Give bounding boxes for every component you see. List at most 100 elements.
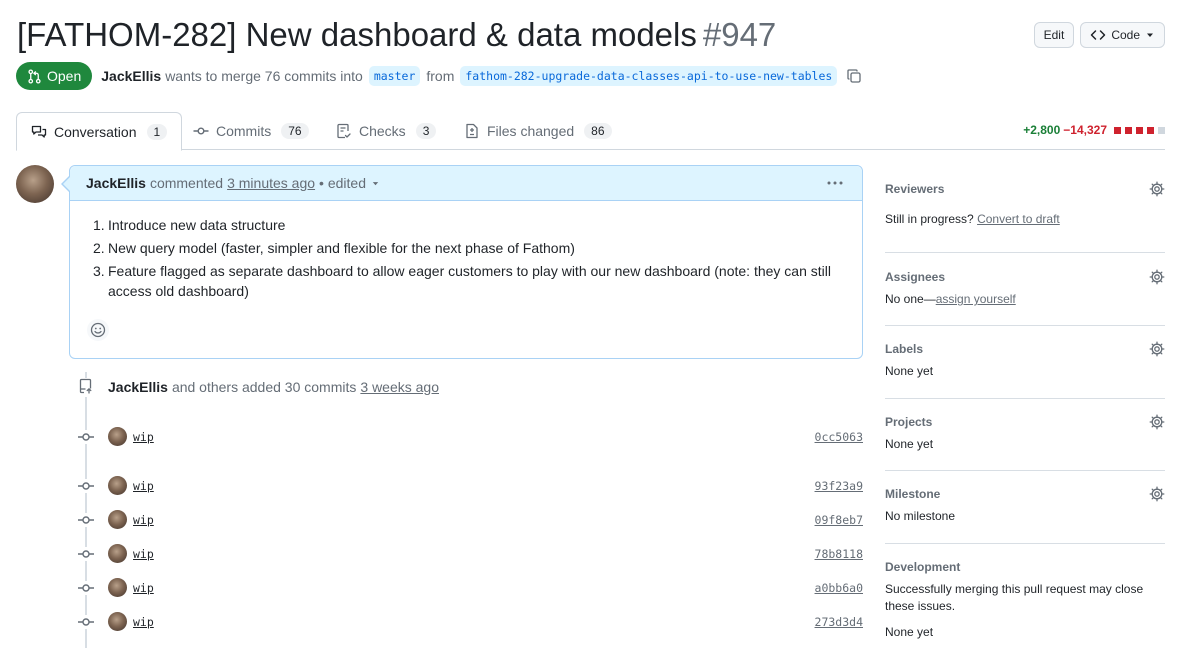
base-branch[interactable]: master [368,66,421,86]
tab-conversation-count: 1 [146,123,168,140]
gear-icon[interactable] [1149,269,1165,285]
pr-author-link[interactable]: JackEllis [101,68,161,84]
git-commit-icon [78,513,94,527]
list-item-number: 2. [93,240,105,256]
list-item-text: Feature flagged as separate dashboard to… [108,263,831,299]
edit-button[interactable]: Edit [1033,22,1075,48]
comment-action: commented [149,175,224,191]
convert-to-draft-link[interactable]: Convert to draft [977,212,1060,226]
tab-checks-label: Checks [359,123,406,139]
avatar[interactable] [108,476,127,495]
checklist-icon [337,123,351,139]
commit-message-link[interactable]: wip [133,430,154,444]
tab-checks[interactable]: Checks 3 [336,112,437,150]
gear-icon[interactable] [1149,341,1165,357]
divider [885,325,1165,326]
repo-push-icon [78,377,96,397]
git-commit-icon [78,615,94,629]
smiley-icon [90,322,106,338]
comment-body: 1. Introduce new data structure 2. New que… [70,201,862,301]
commit-message-link[interactable]: wip [133,547,154,561]
avatar[interactable] [108,578,127,597]
list-item: 3. Feature flagged as separate dashboard … [93,261,846,301]
sidebar-text: None yet [885,625,934,639]
git-commit-icon [78,430,94,444]
kebab-horizontal-icon[interactable] [826,176,844,190]
avatar[interactable] [108,427,127,446]
divider [885,543,1165,544]
diffstat-block [1158,126,1165,134]
head-branch[interactable]: fathom-282-upgrade-data-classes-api-to-u… [460,66,838,86]
tab-commits-label: Commits [216,123,272,139]
diffstat-block [1136,126,1143,134]
avatar[interactable] [16,165,54,203]
pr-title: [FATHOM-282] New dashboard & data models… [17,14,776,56]
comment-pointer-inner [63,177,70,191]
comment-author-link[interactable]: JackEllis [86,175,146,191]
tab-files-changed[interactable]: Files changed 86 [464,112,612,150]
tab-commits[interactable]: Commits 76 [193,112,309,150]
sidebar-reviewers: Reviewers Still in progress? Convert to … [885,179,1165,228]
add-reaction-button[interactable] [87,319,109,341]
assign-yourself-link[interactable]: assign yourself [936,292,1016,306]
commit-sha-link[interactable]: 09f8eb7 [815,513,863,527]
comment-list: 1. Introduce new data structure 2. New que… [93,215,846,301]
merge-text: wants to merge 76 commits into [165,68,363,84]
sidebar-text: None yet [885,437,934,451]
diffstat-block [1147,126,1154,134]
header-actions: Edit Code [1033,22,1165,48]
code-icon [1091,30,1106,40]
commit-row: wip 273d3d4 [78,612,863,632]
commit-row: wip 93f23a9 [78,476,863,496]
avatar[interactable] [108,510,127,529]
tab-conversation-label: Conversation [54,123,137,140]
chevron-down-icon [372,181,379,185]
commit-sha-link[interactable]: 0cc5063 [815,430,863,444]
push-author-link[interactable]: JackEllis [108,379,168,395]
gear-icon[interactable] [1149,414,1165,430]
gear-icon[interactable] [1149,486,1165,502]
sidebar-text: Successfully merging this pull request m… [885,582,1144,613]
code-button[interactable]: Code [1080,22,1165,48]
commit-message-link[interactable]: wip [133,581,154,595]
from-text: from [426,68,455,84]
comment-discussion-icon [31,125,47,138]
diffstat: +2,800 −14,327 [1023,123,1165,137]
push-event: JackEllis and others added 30 commits 3 … [78,376,439,398]
divider [885,398,1165,399]
commit-message-link[interactable]: wip [133,513,154,527]
tab-commits-count: 76 [281,123,309,139]
commit-sha-link[interactable]: 273d3d4 [815,615,863,629]
sidebar-section-title: Reviewers [885,182,945,196]
sidebar-assignees: Assignees No one—assign yourself [885,267,1165,308]
avatar[interactable] [108,544,127,563]
gear-icon[interactable] [1149,181,1165,197]
diffstat-block [1125,126,1132,134]
commit-sha-link[interactable]: 93f23a9 [815,479,863,493]
sidebar-labels: Labels None yet [885,339,1165,380]
list-item-text: Introduce new data structure [108,217,286,233]
avatar[interactable] [108,612,127,631]
diffstat-deletions: −14,327 [1063,123,1107,137]
list-item: 1. Introduce new data structure [93,215,846,235]
edited-dropdown[interactable]: • edited [319,175,380,191]
divider [885,252,1165,253]
copy-icon[interactable] [846,68,862,84]
pr-meta: Open JackEllis wants to merge 76 commits… [16,62,862,90]
git-pull-request-icon [28,68,41,84]
commit-sha-link[interactable]: 78b8118 [815,547,863,561]
tab-checks-count: 3 [415,123,437,139]
commit-sha-link[interactable]: a0bb6a0 [815,581,863,595]
sidebar-development: Development Successfully merging this pu… [885,557,1165,641]
file-diff-icon [466,123,478,139]
commit-message-link[interactable]: wip [133,479,154,493]
comment-time-link[interactable]: 3 minutes ago [227,175,315,191]
git-commit-icon [78,547,94,561]
tab-conversation[interactable]: Conversation 1 [16,112,183,151]
sidebar-text: No milestone [885,509,956,523]
chevron-down-icon [1147,33,1153,37]
commit-message-link[interactable]: wip [133,615,154,629]
commit-row: wip 09f8eb7 [78,510,863,530]
push-time-link[interactable]: 3 weeks ago [360,379,439,395]
list-item-number: 3. [93,263,105,279]
